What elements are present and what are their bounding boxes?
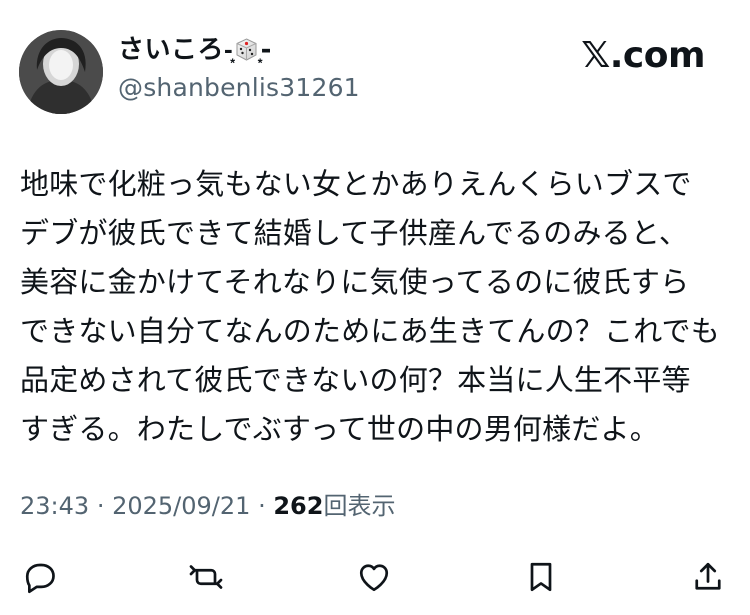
display-name-prefix: さいころ-͙ xyxy=(118,35,234,65)
tweet-time[interactable]: 23:43 xyxy=(20,492,89,520)
reply-icon xyxy=(25,563,55,594)
tweet-text: 地味で化粧っ気もない女とかありえんくらいブスで デブが彼氏できて結婚して子供産ん… xyxy=(20,160,725,454)
share-icon xyxy=(695,562,721,590)
username[interactable]: @shanbenlis31261 xyxy=(118,73,360,103)
action-bar xyxy=(0,555,750,600)
tweet-line: 品定めされて彼氏できないの何？本当に人生不平等 xyxy=(20,363,691,397)
reply-button[interactable] xyxy=(20,557,60,597)
tweet-line: デブが彼氏できて結婚して子供産んでるのみると、 xyxy=(20,216,689,250)
display-name[interactable]: さいころ-͙͙- xyxy=(118,34,360,66)
like-icon xyxy=(359,564,389,592)
avatar-image xyxy=(19,30,103,114)
views-count[interactable]: 262 xyxy=(273,492,323,520)
tweet-line: 美容に金かけてそれなりに気使ってるのに彼氏すら xyxy=(20,265,690,299)
tweet-date[interactable]: 2025/09/21 xyxy=(112,492,250,520)
avatar[interactable] xyxy=(19,30,103,114)
display-name-suffix: ͙- xyxy=(260,35,272,65)
like-button[interactable] xyxy=(354,557,394,597)
views-label: 回表示 xyxy=(323,492,396,520)
brand-logo: 𝕏.com xyxy=(581,35,705,76)
dice-icon xyxy=(234,37,259,62)
bookmark-icon xyxy=(530,562,552,592)
bookmark-button[interactable] xyxy=(521,557,561,597)
tweet-line: すぎる。わたしでぶすって世の中の男何様だよ。 xyxy=(20,412,659,446)
tweet-card: さいころ-͙͙- @shanbenlis31261 𝕏.com 地味で化粧っ気も… xyxy=(0,0,750,615)
repost-button[interactable] xyxy=(186,557,226,597)
meta-separator: · xyxy=(96,492,105,520)
share-button[interactable] xyxy=(688,557,728,597)
user-info: さいころ-͙͙- @shanbenlis31261 xyxy=(118,34,360,103)
tweet-line: できない自分てなんのためにあ生きてんの？これでも xyxy=(20,314,720,348)
tweet-meta: 23:43 · 2025/09/21 · 262回表示 xyxy=(20,491,395,521)
tweet-line: 地味で化粧っ気もない女とかありえんくらいブスで xyxy=(20,167,692,201)
meta-separator: · xyxy=(258,492,266,520)
repost-icon xyxy=(189,565,223,589)
